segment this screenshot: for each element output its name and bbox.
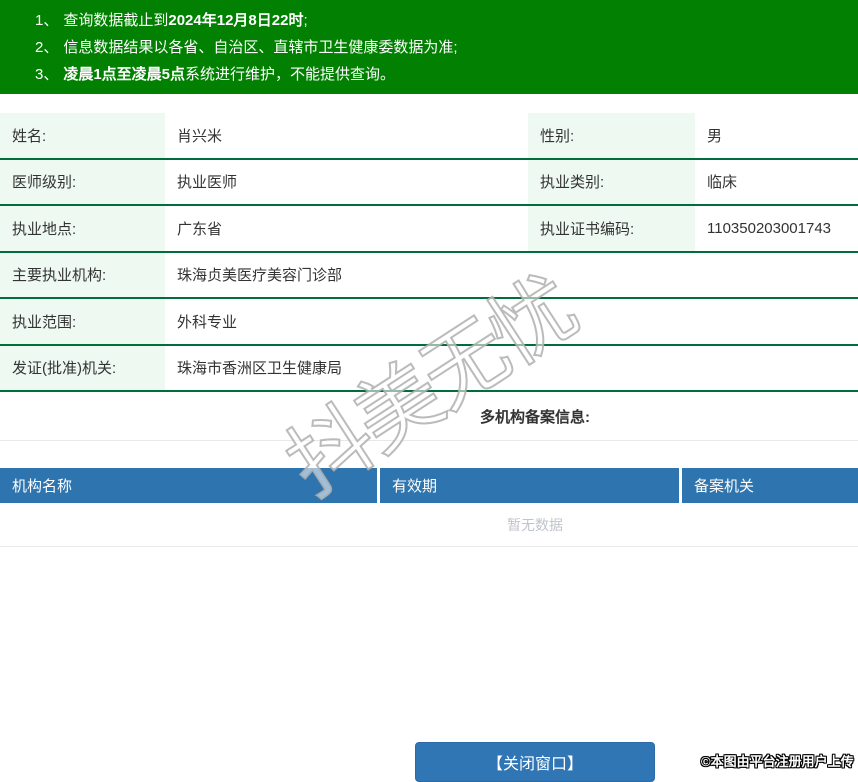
table-row: 医师级别: 执业医师 执业类别: 临床 [0, 159, 858, 206]
field-name-label: 姓名: [0, 113, 165, 158]
notice-text: 信息数据结果以各省、自治区、直辖市卫生健康委数据为准; [63, 39, 458, 56]
filing-section-title: 多机构备案信息: [0, 392, 858, 441]
notice-number: 2、 [35, 39, 59, 56]
notice-text: 查询数据截止到 [63, 12, 169, 29]
field-cert-code-label: 执业证书编码: [528, 206, 695, 251]
filing-table-header: 机构名称 有效期 备案机关 [0, 468, 858, 503]
field-scope-label: 执业范围: [0, 299, 165, 344]
notice-line-3: 3、 凌晨1点至凌晨5点系统进行维护，不能提供查询。 [35, 61, 858, 88]
uploader-stamp-text: ©本图由平台注册用户上传 [701, 754, 854, 769]
notice-bar: 1、 查询数据截止到2024年12月8日22时; 2、 信息数据结果以各省、自治区、… [0, 0, 858, 94]
field-cert-code-value: 110350203001743 [707, 219, 832, 237]
notice-line-1: 1、 查询数据截止到2024年12月8日22时; [35, 7, 858, 34]
table-row: 发证(批准)机关: 珠海市香洲区卫生健康局 [0, 345, 858, 392]
field-doctor-level-value: 执业医师 [177, 174, 238, 192]
field-practice-place-label: 执业地点: [0, 206, 165, 251]
field-issuer-label: 发证(批准)机关: [0, 345, 165, 390]
empty-state-text: 暂无数据 [0, 503, 858, 547]
column-header-filing-authority: 备案机关 [679, 468, 858, 503]
field-practice-type-value: 临床 [707, 174, 738, 192]
field-issuer-value: 珠海市香洲区卫生健康局 [177, 360, 343, 378]
page-content: 1、 查询数据截止到2024年12月8日22时; 2、 信息数据结果以各省、自治区、… [0, 0, 858, 782]
notice-text: 系统进行维护，不能提供查询。 [185, 66, 396, 83]
notice-text-bold: 凌晨1点至凌晨5点 [63, 66, 186, 83]
practitioner-info-table: 姓名: 肖兴米 性别: 男 医师级别: 执业医师 执业类别: 临床 执业地点: … [0, 113, 858, 392]
field-main-org-value: 珠海贞美医疗美容门诊部 [177, 267, 343, 285]
field-practice-place-value: 广东省 [177, 220, 223, 238]
close-window-button[interactable]: 【关闭窗口】 [415, 742, 655, 782]
field-main-org-label: 主要执业机构: [0, 252, 165, 297]
table-row: 姓名: 肖兴米 性别: 男 [0, 113, 858, 160]
field-gender-value: 男 [707, 127, 723, 145]
notice-number: 3、 [35, 66, 59, 83]
notice-text-bold: 2024年12月8日22时 [168, 12, 304, 29]
notice-text: ; [303, 12, 308, 29]
field-gender-label: 性别: [528, 113, 695, 158]
field-name-value: 肖兴米 [177, 127, 223, 145]
field-doctor-level-label: 医师级别: [0, 159, 165, 204]
field-practice-type-label: 执业类别: [528, 159, 695, 204]
notice-number: 1、 [35, 12, 59, 29]
column-header-validity: 有效期 [377, 468, 679, 503]
notice-line-2: 2、 信息数据结果以各省、自治区、直辖市卫生健康委数据为准; [35, 34, 858, 61]
table-row: 执业范围: 外科专业 [0, 299, 858, 346]
field-scope-value: 外科专业 [177, 313, 238, 331]
column-header-org-name: 机构名称 [12, 478, 73, 495]
table-row: 执业地点: 广东省 执业证书编码: 110350203001743 [0, 206, 858, 253]
table-row: 主要执业机构: 珠海贞美医疗美容门诊部 [0, 252, 858, 299]
